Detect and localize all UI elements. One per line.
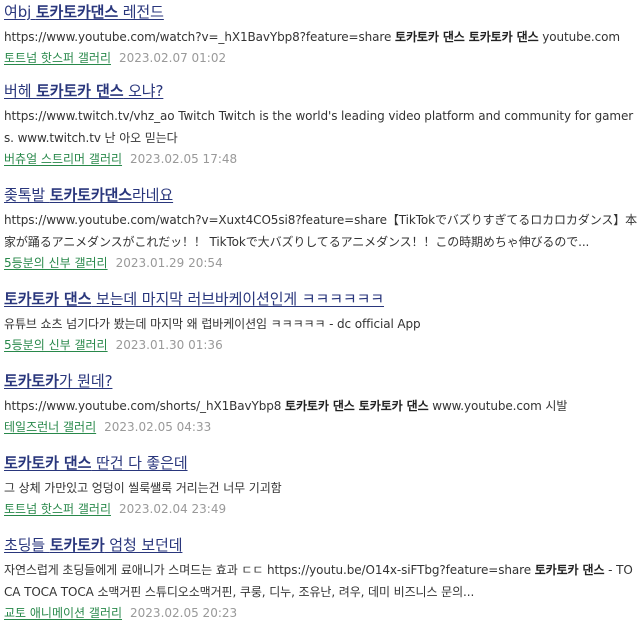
gallery-link[interactable]: 5등분의 신부 갤러리	[4, 256, 108, 270]
snippet-text: www.youtube.com 시발	[428, 399, 568, 413]
result-snippet: 그 상체 가만있고 엉덩이 씰룩쌜룩 거리는건 너무 기괴함	[4, 477, 638, 499]
result-title-link[interactable]: 여bj 토카토카댄스 레전드	[4, 2, 164, 22]
title-prefix: 여bj	[4, 3, 36, 21]
result-meta: 교토 애니메이션 갤러리 2023.02.05 20:23	[4, 604, 639, 622]
result-title-link[interactable]: 좆톡발 토카토카댄스라네요	[4, 185, 173, 205]
snippet-text: https://www.youtube.com/watch?v=Xuxt4CO5…	[4, 213, 638, 249]
result-snippet: https://www.youtube.com/shorts/_hX1BavYb…	[4, 395, 638, 417]
snippet-text: 그 상체 가만있고 엉덩이 씰룩쌜룩 거리는건 너무 기괴함	[4, 481, 282, 495]
post-date: 2023.02.04 23:49	[119, 502, 227, 516]
result-snippet: 자연스럽게 초딩들에게 료애니가 스며드는 효과 ㄷㄷ https://yout…	[4, 559, 638, 603]
gallery-link[interactable]: 토트넘 핫스퍼 갤러리	[4, 502, 111, 516]
post-date: 2023.01.30 01:36	[115, 338, 223, 352]
result-snippet: https://www.youtube.com/watch?v=Xuxt4CO5…	[4, 209, 638, 253]
title-prefix: 좆톡발	[4, 186, 50, 204]
title-suffix: 엄청 보던데	[104, 536, 183, 554]
result-meta: 5등분의 신부 갤러리 2023.01.29 20:54	[4, 254, 639, 272]
gallery-link[interactable]: 버츄얼 스트리머 갤러리	[4, 152, 122, 166]
search-result-item: 좆톡발 토카토카댄스라네요 https://www.youtube.com/wa…	[4, 185, 639, 272]
title-keyword: 토카토카댄스	[35, 3, 119, 21]
snippet-text: 자연스럽게 초딩들에게 료애니가 스며드는 효과 ㄷㄷ https://yout…	[4, 563, 535, 577]
result-title-link[interactable]: 버헤 토카토카 댄스 오냐?	[4, 81, 163, 101]
result-meta: 버츄얼 스트리머 갤러리 2023.02.05 17:48	[4, 150, 639, 168]
snippet-text: https://www.twitch.tv/vhz_ao Twitch Twit…	[4, 109, 634, 145]
result-title-link[interactable]: 토카토카 댄스 보는데 마지막 러브바케이션인게 ㅋㅋㅋㅋㅋㅋ	[4, 289, 384, 309]
post-date: 2023.01.29 20:54	[115, 256, 223, 270]
gallery-link[interactable]: 5등분의 신부 갤러리	[4, 338, 108, 352]
snippet-text: https://www.youtube.com/shorts/_hX1BavYb…	[4, 399, 286, 413]
snippet-keyword: 토카토카 댄스	[534, 563, 605, 577]
title-suffix: 오냐?	[123, 82, 164, 100]
gallery-link[interactable]: 테일즈런너 갤러리	[4, 420, 96, 434]
result-title-link[interactable]: 토카토카 댄스 딴건 다 좋은데	[4, 453, 188, 473]
result-title-link[interactable]: 토카토카가 뭔데?	[4, 371, 113, 391]
post-date: 2023.02.05 17:48	[130, 152, 238, 166]
title-keyword: 토카토카	[49, 536, 105, 554]
title-prefix: 초딩들	[4, 536, 50, 554]
search-results-list: 여bj 토카토카댄스 레전드 https://www.youtube.com/w…	[0, 0, 639, 622]
gallery-link[interactable]: 토트넘 핫스퍼 갤러리	[4, 51, 111, 65]
result-meta: 테일즈런너 갤러리 2023.02.05 04:33	[4, 418, 639, 436]
title-suffix: 라네요	[131, 186, 174, 204]
post-date: 2023.02.05 04:33	[104, 420, 212, 434]
post-date: 2023.02.05 20:23	[130, 606, 238, 620]
result-snippet: 유튜브 쇼츠 넘기다가 봤는데 마지막 왜 럽바케이션임 ㅋㅋㅋㅋㅋ - dc …	[4, 313, 638, 335]
result-snippet: https://www.twitch.tv/vhz_ao Twitch Twit…	[4, 105, 638, 149]
snippet-keyword: 토카토카 댄스 토카토카 댄스	[395, 30, 539, 44]
title-suffix: 보는데 마지막 러브바케이션인게 ㅋㅋㅋㅋㅋㅋ	[91, 290, 385, 308]
result-meta: 토트넘 핫스퍼 갤러리 2023.02.04 23:49	[4, 500, 639, 518]
title-keyword: 토카토카 댄스	[4, 454, 92, 472]
result-meta: 5등분의 신부 갤러리 2023.01.30 01:36	[4, 336, 639, 354]
gallery-link[interactable]: 교토 애니메이션 갤러리	[4, 606, 122, 620]
snippet-text: youtube.com	[538, 30, 620, 44]
title-suffix: 가 뭔데?	[58, 372, 113, 390]
title-suffix: 딴건 다 좋은데	[91, 454, 188, 472]
search-result-item: 버헤 토카토카 댄스 오냐? https://www.twitch.tv/vhz…	[4, 81, 639, 168]
search-result-item: 토카토카 댄스 보는데 마지막 러브바케이션인게 ㅋㅋㅋㅋㅋㅋ 유튜브 쇼츠 넘…	[4, 289, 639, 354]
search-result-item: 초딩들 토카토카 엄청 보던데 자연스럽게 초딩들에게 료애니가 스며드는 효과…	[4, 535, 639, 622]
search-result-item: 여bj 토카토카댄스 레전드 https://www.youtube.com/w…	[4, 2, 639, 65]
title-keyword: 토카토카	[4, 372, 59, 390]
title-keyword: 토카토카 댄스	[4, 290, 92, 308]
post-date: 2023.02.07 01:02	[119, 51, 227, 65]
title-keyword: 토카토카댄스	[49, 186, 132, 204]
result-title-link[interactable]: 초딩들 토카토카 엄청 보던데	[4, 535, 183, 555]
title-keyword: 토카토카 댄스	[36, 82, 124, 100]
title-suffix: 레전드	[118, 3, 164, 21]
search-result-item: 토카토카 댄스 딴건 다 좋은데 그 상체 가만있고 엉덩이 씰룩쌜룩 거리는건…	[4, 453, 639, 518]
snippet-keyword: 토카토카 댄스 토카토카 댄스	[285, 399, 429, 413]
search-result-item: 토카토카가 뭔데? https://www.youtube.com/shorts…	[4, 371, 639, 436]
result-snippet: https://www.youtube.com/watch?v=_hX1BavY…	[4, 26, 638, 48]
title-prefix: 버헤	[4, 82, 37, 100]
snippet-text: 유튜브 쇼츠 넘기다가 봤는데 마지막 왜 럽바케이션임 ㅋㅋㅋㅋㅋ - dc …	[4, 317, 421, 331]
snippet-text: https://www.youtube.com/watch?v=_hX1BavY…	[4, 30, 395, 44]
